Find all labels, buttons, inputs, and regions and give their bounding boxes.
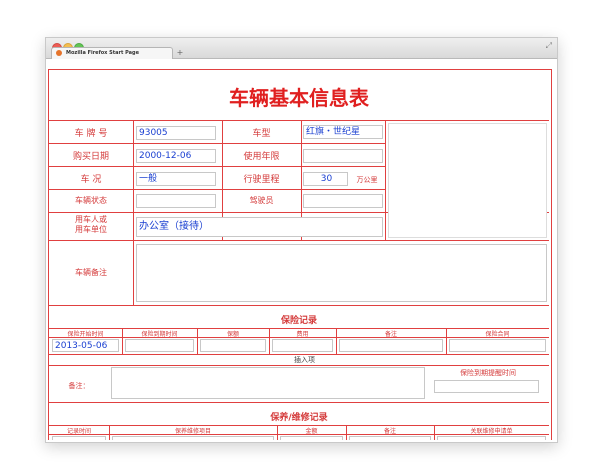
plate-label: 车 牌 号	[74, 129, 108, 139]
record-time-input[interactable]	[52, 436, 106, 440]
user-unit-input[interactable]: 办公室（接待）	[136, 217, 383, 237]
insurance-note-input[interactable]	[339, 339, 443, 352]
insurance-note-label: 备注：	[68, 382, 90, 390]
browser-tab[interactable]: Mozilla Firefox Start Page	[51, 47, 173, 59]
fee-input[interactable]	[272, 339, 333, 352]
insurance-section-title: 保险记录	[280, 316, 317, 326]
col-insurance-start: 保险开始时间	[67, 331, 104, 338]
user-unit-label-line1: 用车人或	[75, 215, 107, 224]
contract-input[interactable]	[449, 339, 546, 352]
fullscreen-icon[interactable]: ⤢	[546, 41, 552, 51]
plate-input[interactable]: 93005	[136, 126, 216, 140]
model-label: 车型	[252, 129, 271, 139]
browser-window: Mozilla Firefox Start Page + ⤢ 车辆基本信息表 车…	[45, 37, 558, 443]
tab-title: Mozilla Firefox Start Page	[66, 50, 139, 56]
purchase-date-input[interactable]: 2000-12-06	[136, 149, 216, 163]
remark-input[interactable]	[136, 244, 547, 302]
form-title: 车辆基本信息表	[229, 86, 369, 110]
purchase-date-label: 购买日期	[72, 152, 109, 162]
col-insurance-end: 保险到期时间	[141, 331, 178, 338]
service-years-input[interactable]	[303, 149, 383, 163]
insurance-insert-link[interactable]: 插入项	[294, 355, 315, 365]
col-record-time: 记录时间	[66, 428, 91, 435]
mileage-label: 行驶里程	[243, 175, 280, 185]
divider	[49, 365, 549, 366]
vehicle-photo-area[interactable]	[388, 123, 547, 238]
title-bar: Mozilla Firefox Start Page + ⤢	[46, 38, 557, 59]
col-maintenance-note: 备注	[383, 428, 396, 435]
divider	[49, 189, 385, 190]
page-content: 车辆基本信息表 车 牌 号 93005 车型 红旗・世纪星 购买日期 2000-…	[48, 62, 555, 440]
repair-request-input[interactable]	[437, 436, 546, 440]
divider	[385, 120, 386, 240]
divider	[49, 143, 385, 144]
col-fee: 费用	[296, 331, 309, 338]
mileage-unit: 万公里	[356, 176, 378, 184]
condition-input[interactable]: 一般	[136, 172, 216, 186]
status-input[interactable]	[136, 194, 216, 208]
vehicle-info-form: 车辆基本信息表 车 牌 号 93005 车型 红旗・世纪星 购买日期 2000-…	[48, 69, 552, 440]
remark-label: 车辆备注	[75, 268, 107, 277]
user-unit-label-line2: 用车单位	[75, 225, 107, 234]
col-repair-request: 关联维修申请单	[470, 428, 513, 435]
condition-label: 车 况	[80, 175, 102, 185]
maintenance-note-input[interactable]	[349, 436, 431, 440]
insurance-end-input[interactable]	[125, 339, 194, 352]
col-amount: 金额	[305, 428, 318, 435]
maintenance-section-title: 保养/维修记录	[270, 413, 328, 423]
status-label: 车辆状态	[75, 196, 107, 205]
service-years-label: 使用年限	[243, 152, 280, 162]
insured-amount-input[interactable]	[200, 339, 266, 352]
insurance-remark-input[interactable]	[111, 367, 425, 399]
user-unit-label: 用车人或 用车单位	[49, 215, 133, 235]
divider	[49, 166, 385, 167]
reminder-label: 保险到期提醒时间	[460, 369, 516, 377]
divider	[49, 240, 549, 241]
maintenance-item-input[interactable]	[112, 436, 274, 440]
col-insured-amount: 保额	[226, 331, 239, 338]
insurance-start-input[interactable]: 2013-05-06	[52, 339, 119, 352]
model-input[interactable]: 红旗・世纪星	[303, 125, 383, 139]
mileage-input[interactable]: 30	[303, 172, 348, 186]
col-maintenance-item: 保养维修项目	[174, 428, 211, 435]
col-note: 备注	[384, 331, 397, 338]
new-tab-button[interactable]: +	[174, 48, 186, 58]
reminder-input[interactable]	[434, 380, 539, 393]
amount-input[interactable]	[280, 436, 343, 440]
divider	[49, 120, 549, 121]
driver-label: 驾驶员	[249, 196, 274, 205]
col-contract: 保险合同	[485, 331, 510, 338]
driver-input[interactable]	[303, 194, 383, 208]
divider	[49, 305, 549, 306]
divider	[49, 402, 549, 403]
firefox-icon	[56, 50, 62, 56]
